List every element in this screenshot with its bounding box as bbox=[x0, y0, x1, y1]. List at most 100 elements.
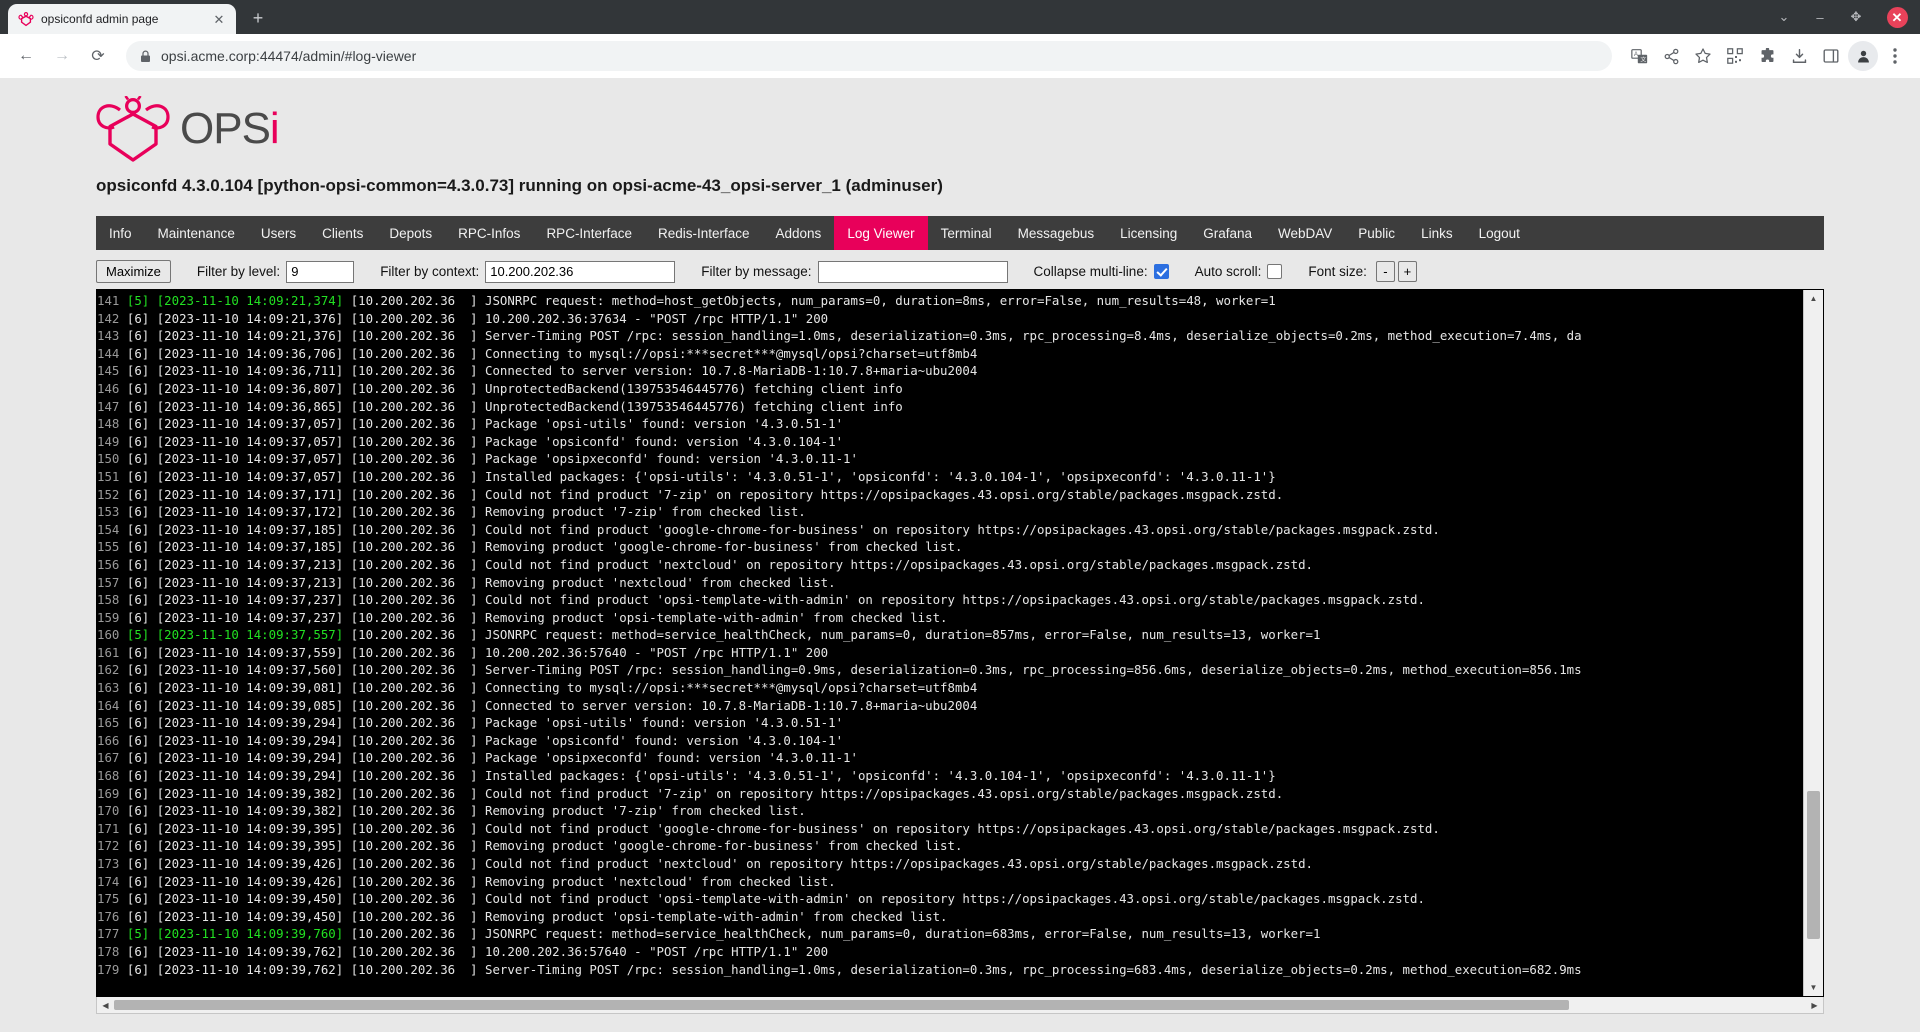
profile-avatar-icon[interactable] bbox=[1848, 41, 1878, 71]
log-lines-container[interactable]: 141 [5] [2023-11-10 14:09:21,374] [10.20… bbox=[97, 290, 1803, 996]
log-line-level: 6 bbox=[134, 345, 142, 361]
filter-level-input[interactable] bbox=[286, 260, 355, 283]
log-line-number: 178 bbox=[97, 943, 120, 959]
new-tab-button[interactable]: + bbox=[244, 4, 272, 32]
maximize-button[interactable]: Maximize bbox=[96, 260, 171, 283]
scroll-left-icon[interactable]: ◀ bbox=[97, 997, 114, 1013]
log-line-prefix: [5] [2023-11-10 14:09:39,760] bbox=[126, 926, 344, 942]
vertical-scroll-track[interactable] bbox=[1804, 307, 1823, 979]
collapse-multiline-checkbox[interactable] bbox=[1153, 264, 1169, 279]
log-line-level: 6 bbox=[134, 961, 142, 977]
log-line-prefix: [6] [2023-11-10 14:09:39,450] bbox=[126, 891, 344, 907]
log-line-message: Could not find product '7-zip' on reposi… bbox=[484, 486, 1284, 502]
log-line-prefix: [6] [2023-11-10 14:09:39,294] bbox=[126, 750, 344, 766]
scroll-right-icon[interactable]: ▶ bbox=[1806, 997, 1823, 1013]
log-line-number: 161 bbox=[97, 644, 120, 660]
log-line-prefix: [6] [2023-11-10 14:09:37,057] bbox=[126, 433, 344, 449]
nav-item-licensing[interactable]: Licensing bbox=[1107, 216, 1190, 250]
nav-item-grafana[interactable]: Grafana bbox=[1190, 216, 1265, 250]
address-bar[interactable]: opsi.acme.corp:44474/admin/#log-viewer bbox=[126, 41, 1612, 71]
nav-item-redis-interface[interactable]: Redis-Interface bbox=[645, 216, 763, 250]
log-line-number: 171 bbox=[97, 820, 120, 836]
filter-message-input[interactable] bbox=[817, 260, 1008, 283]
log-line-timestamp: [2023-11-10 14:09:36,865] bbox=[156, 398, 344, 414]
scroll-up-icon[interactable]: ▲ bbox=[1804, 290, 1823, 307]
log-line-message: Installed packages: {'opsi-utils': '4.3.… bbox=[484, 768, 1276, 784]
nav-item-logout[interactable]: Logout bbox=[1466, 216, 1533, 250]
log-line-timestamp: [2023-11-10 14:09:37,057] bbox=[156, 416, 344, 432]
scroll-down-icon[interactable]: ▼ bbox=[1804, 979, 1823, 996]
nav-item-webdav[interactable]: WebDAV bbox=[1265, 216, 1345, 250]
log-line-context: [10.200.202.36 ] bbox=[350, 926, 478, 942]
log-line-timestamp: [2023-11-10 14:09:37,057] bbox=[156, 433, 344, 449]
log-line-context: [10.200.202.36 ] bbox=[350, 785, 478, 801]
nav-item-addons[interactable]: Addons bbox=[763, 216, 835, 250]
bookmark-star-icon[interactable] bbox=[1688, 41, 1718, 71]
browser-tab[interactable]: opsiconfd admin page ✕ bbox=[8, 4, 236, 34]
log-line-number: 154 bbox=[97, 521, 120, 537]
nav-item-messagebus[interactable]: Messagebus bbox=[1005, 216, 1108, 250]
download-icon[interactable] bbox=[1784, 41, 1814, 71]
nav-item-rpc-infos[interactable]: RPC-Infos bbox=[445, 216, 533, 250]
log-line-level: 6 bbox=[134, 609, 142, 625]
nav-item-terminal[interactable]: Terminal bbox=[928, 216, 1005, 250]
log-line: 148 [6] [2023-11-10 14:09:37,057] [10.20… bbox=[97, 415, 1803, 433]
log-line-number: 170 bbox=[97, 803, 120, 819]
log-line-timestamp: [2023-11-10 14:09:37,171] bbox=[156, 486, 344, 502]
share-icon[interactable] bbox=[1656, 41, 1686, 71]
log-vertical-scrollbar[interactable]: ▲ ▼ bbox=[1803, 290, 1823, 996]
minimize-button[interactable]: – bbox=[1802, 0, 1838, 34]
log-line-level: 6 bbox=[134, 363, 142, 379]
log-line: 172 [6] [2023-11-10 14:09:39,395] [10.20… bbox=[97, 837, 1803, 855]
log-line-context: [10.200.202.36 ] bbox=[350, 556, 478, 572]
vertical-scroll-thumb[interactable] bbox=[1807, 790, 1820, 939]
horizontal-scroll-thumb[interactable] bbox=[114, 1000, 1570, 1010]
log-line-prefix: [6] [2023-11-10 14:09:37,213] bbox=[126, 556, 344, 572]
nav-item-info[interactable]: Info bbox=[96, 216, 145, 250]
close-icon[interactable]: ✕ bbox=[210, 10, 228, 28]
log-line-context: [10.200.202.36 ] bbox=[350, 486, 478, 502]
log-horizontal-scrollbar[interactable]: ◀ ▶ bbox=[96, 997, 1824, 1014]
nav-item-maintenance[interactable]: Maintenance bbox=[145, 216, 248, 250]
browser-toolbar: ← → ⟳ opsi.acme.corp:44474/admin/#log-vi… bbox=[0, 34, 1920, 78]
svg-text:文: 文 bbox=[1640, 55, 1646, 63]
log-line: 156 [6] [2023-11-10 14:09:37,213] [10.20… bbox=[97, 556, 1803, 574]
log-line-prefix: [6] [2023-11-10 14:09:37,171] bbox=[126, 486, 344, 502]
horizontal-scroll-track[interactable] bbox=[114, 997, 1806, 1013]
nav-item-depots[interactable]: Depots bbox=[376, 216, 445, 250]
nav-item-label: Clients bbox=[322, 225, 364, 241]
extensions-puzzle-icon[interactable] bbox=[1752, 41, 1782, 71]
nav-item-log-viewer[interactable]: Log Viewer bbox=[834, 216, 928, 250]
font-size-increase-button[interactable]: + bbox=[1397, 261, 1417, 282]
log-line-message: JSONRPC request: method=service_healthCh… bbox=[484, 926, 1321, 942]
translate-icon[interactable]: A文 bbox=[1624, 41, 1654, 71]
log-line-message: Removing product 'opsi-template-with-adm… bbox=[484, 609, 948, 625]
log-viewer: 141 [5] [2023-11-10 14:09:21,374] [10.20… bbox=[96, 289, 1824, 1032]
log-line-timestamp: [2023-11-10 14:09:36,807] bbox=[156, 380, 344, 396]
log-line-message: Installed packages: {'opsi-utils': '4.3.… bbox=[484, 468, 1276, 484]
browser-menu-icon[interactable] bbox=[1880, 41, 1910, 71]
log-line-number: 169 bbox=[97, 785, 120, 801]
side-panel-icon[interactable] bbox=[1816, 41, 1846, 71]
back-icon[interactable]: ← bbox=[10, 40, 42, 72]
reload-icon[interactable]: ⟳ bbox=[82, 40, 114, 72]
log-line: 158 [6] [2023-11-10 14:09:37,237] [10.20… bbox=[97, 591, 1803, 609]
log-line-level: 6 bbox=[134, 680, 142, 696]
nav-item-users[interactable]: Users bbox=[248, 216, 309, 250]
forward-icon[interactable]: → bbox=[46, 40, 78, 72]
nav-item-public[interactable]: Public bbox=[1345, 216, 1408, 250]
chevron-down-icon[interactable]: ⌄ bbox=[1766, 0, 1802, 34]
qr-code-icon[interactable] bbox=[1720, 41, 1750, 71]
nav-item-links[interactable]: Links bbox=[1408, 216, 1466, 250]
filter-context-input[interactable] bbox=[485, 260, 676, 283]
opsi-logo-text: OPSi bbox=[180, 104, 280, 153]
window-close-button[interactable]: ✕ bbox=[1874, 0, 1920, 34]
nav-item-clients[interactable]: Clients bbox=[309, 216, 376, 250]
maximize-button[interactable]: ✥ bbox=[1838, 0, 1874, 34]
log-line-timestamp: [2023-11-10 14:09:39,762] bbox=[156, 961, 344, 977]
log-line-message: Package 'opsi-utils' found: version '4.3… bbox=[484, 416, 844, 432]
auto-scroll-checkbox[interactable] bbox=[1267, 264, 1283, 279]
log-line-context: [10.200.202.36 ] bbox=[350, 574, 478, 590]
font-size-decrease-button[interactable]: - bbox=[1375, 261, 1395, 282]
nav-item-rpc-interface[interactable]: RPC-Interface bbox=[533, 216, 645, 250]
